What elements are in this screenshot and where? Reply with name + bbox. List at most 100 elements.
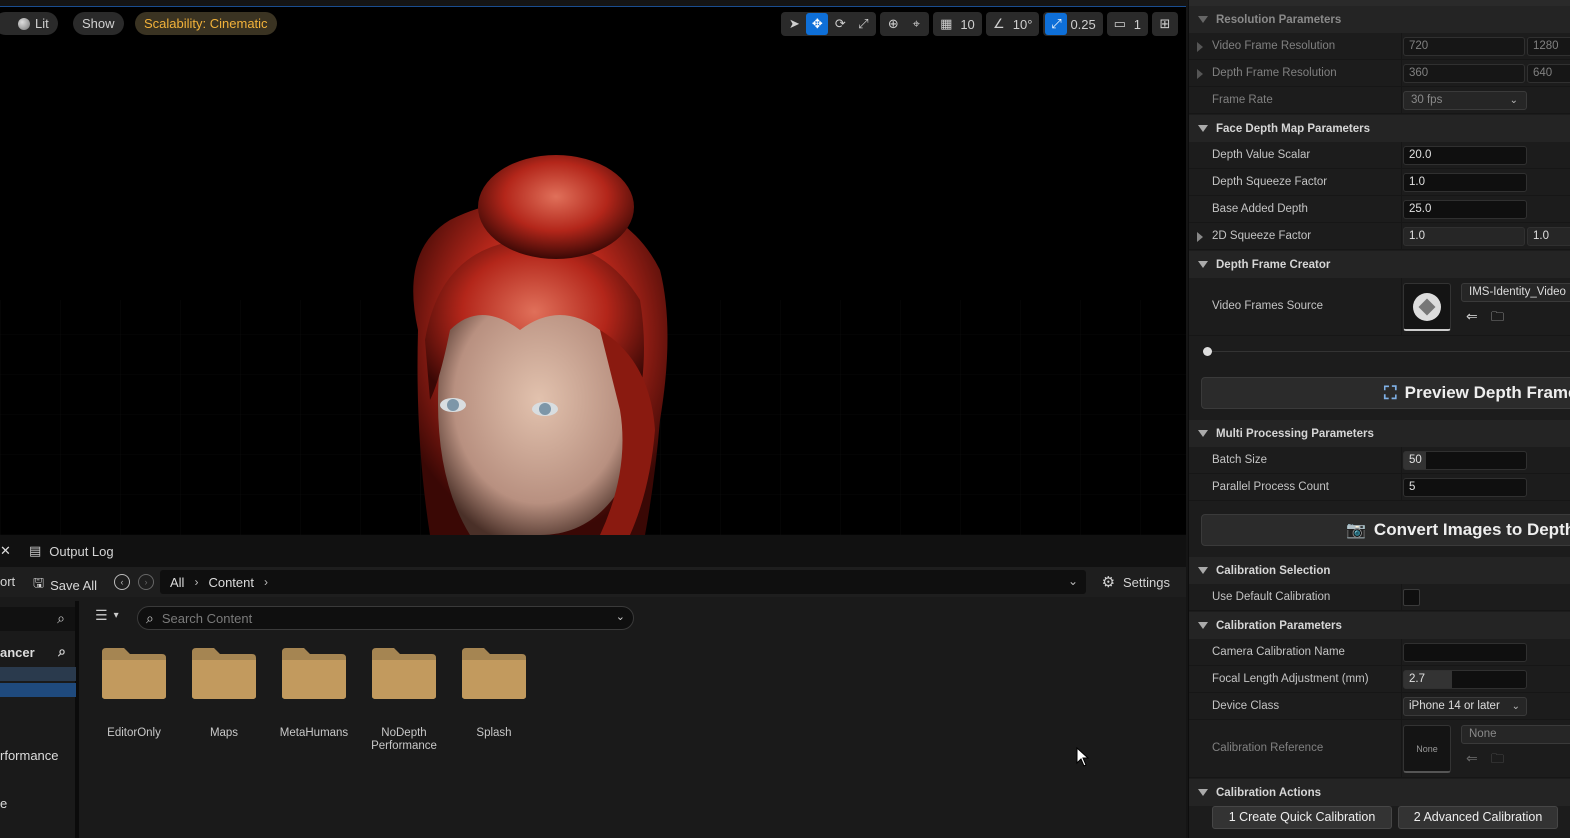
use-default-calibration-checkbox[interactable] [1403, 589, 1420, 606]
section-face-depth-map[interactable]: Face Depth Map Parameters [1189, 115, 1570, 142]
tree-item[interactable]: rformance [0, 748, 76, 763]
tree-item[interactable] [0, 667, 76, 681]
tree-item-selected[interactable] [0, 683, 76, 697]
world-space-icon[interactable]: ⊕ [882, 13, 904, 35]
sources-panel: ⌕ ancer ⌕ rformance e [0, 601, 79, 838]
folder-icon [192, 648, 256, 699]
video-height-field[interactable]: 1280 [1527, 37, 1570, 56]
camera-speed-value[interactable]: 1 [1132, 17, 1146, 32]
section-depth-frame-creator[interactable]: Depth Frame Creator [1189, 251, 1570, 278]
camera-speed-icon[interactable]: ▭ [1109, 13, 1131, 35]
calibration-actions-row: 1 Create Quick Calibration 2 Advanced Ca… [1189, 806, 1570, 838]
translate-tool-icon[interactable]: ✥ [806, 13, 829, 35]
convert-images-button[interactable]: 📷 Convert Images to Depth F [1201, 514, 1570, 546]
expand-arrow-icon[interactable] [1197, 232, 1203, 242]
camera-calibration-name-field[interactable] [1403, 643, 1527, 662]
rotation-snap-icon[interactable]: ∠ [988, 13, 1010, 35]
tab-output-log[interactable]: ▤ Output Log [29, 535, 124, 567]
property-label: Base Added Depth [1212, 203, 1308, 215]
browse-folder-icon[interactable]: 🗀 [1491, 750, 1504, 772]
sources-search-input[interactable]: ⌕ [0, 607, 75, 631]
settings-button[interactable]: ⚙ Settings [1102, 573, 1170, 591]
section-resolution-parameters[interactable]: Resolution Parameters [1189, 6, 1570, 33]
parallel-count-field[interactable]: 5 [1403, 478, 1527, 497]
mouse-cursor-icon [1076, 747, 1090, 767]
breadcrumb: All › Content › ⌄ [160, 570, 1086, 594]
calibration-reference-picker[interactable]: None [1461, 725, 1570, 744]
filter-button[interactable]: ☰ ▾ [95, 607, 119, 624]
depth-squeeze-field[interactable]: 1.0 [1403, 173, 1527, 192]
chevron-down-icon[interactable]: ⌄ [1068, 574, 1078, 588]
expand-arrow-icon[interactable] [1197, 69, 1203, 79]
history-back-icon[interactable]: ‹ [114, 574, 130, 590]
use-selected-icon[interactable]: ⇐ [1466, 308, 1478, 325]
scale-snap-value[interactable]: 0.25 [1068, 17, 1100, 32]
preview-depth-frame-button[interactable]: ⛶ Preview Depth Frame [1201, 377, 1570, 409]
expand-arrow-icon[interactable] [1197, 42, 1203, 52]
section-calibration-actions[interactable]: Calibration Actions [1189, 779, 1570, 806]
advanced-calibration-button[interactable]: 2 Advanced Calibration [1398, 806, 1558, 829]
section-title: Face Depth Map Parameters [1216, 122, 1371, 135]
section-calibration-parameters[interactable]: Calibration Parameters [1189, 612, 1570, 639]
squeeze-2d-y-field[interactable]: 1.0 [1527, 227, 1570, 246]
batch-size-field[interactable]: 50 [1403, 451, 1527, 470]
section-title: Calibration Parameters [1216, 619, 1342, 632]
scalability-button[interactable]: Scalability: Cinematic [135, 12, 277, 35]
show-button[interactable]: Show [73, 12, 124, 35]
folder-item[interactable]: Maps [179, 646, 269, 740]
chevron-right-icon[interactable]: › [264, 575, 268, 589]
history-forward-icon[interactable]: › [138, 574, 154, 590]
grid-snap-icon[interactable]: ▦ [935, 13, 957, 35]
calibration-thumbnail[interactable]: None [1403, 725, 1451, 773]
chevron-right-icon[interactable]: › [194, 575, 198, 589]
use-selected-icon[interactable]: ⇐ [1466, 750, 1478, 767]
select-tool-icon[interactable]: ➤ [783, 13, 805, 35]
folder-item[interactable]: EditorOnly [89, 646, 179, 740]
folder-item[interactable]: Splash [449, 646, 539, 740]
device-class-dropdown[interactable]: iPhone 14 or later ⌄ [1403, 697, 1527, 716]
property-label: Use Default Calibration [1212, 591, 1331, 603]
search-icon[interactable]: ⌕ [58, 643, 66, 660]
breadcrumb-content[interactable]: Content [208, 575, 254, 590]
save-all-button[interactable]: 🖫 Save All [33, 574, 97, 596]
browse-folder-icon[interactable]: 🗀 [1491, 308, 1504, 330]
rotate-tool-icon[interactable]: ⟳ [829, 13, 851, 35]
folder-item[interactable]: NoDepth Performance [359, 646, 449, 753]
depth-width-field[interactable]: 360 [1403, 64, 1525, 83]
create-quick-calibration-button[interactable]: 1 Create Quick Calibration [1212, 806, 1392, 829]
section-multi-processing[interactable]: Multi Processing Parameters [1189, 420, 1570, 447]
squeeze-2d-x-field[interactable]: 1.0 [1403, 227, 1525, 246]
asset-thumbnail[interactable] [1403, 283, 1451, 331]
grid-snap-value[interactable]: 10 [958, 17, 979, 32]
tree-item[interactable]: e [0, 796, 76, 811]
folder-item[interactable]: MetaHumans [269, 646, 359, 740]
frame-slider-track[interactable] [1205, 351, 1570, 352]
surface-snap-icon[interactable]: ⌖ [905, 13, 927, 35]
level-viewport[interactable]: Lit Show Scalability: Cinematic ➤ ✥ ⟳ ⤢ … [0, 0, 1186, 535]
search-icon[interactable]: ⌕ [57, 610, 65, 627]
rotation-snap-value[interactable]: 10° [1011, 17, 1038, 32]
section-calibration-selection[interactable]: Calibration Selection [1189, 557, 1570, 584]
property-label: Camera Calibration Name [1212, 646, 1345, 658]
scale-snap-icon[interactable]: ⤢ [1045, 13, 1068, 35]
depth-value-scalar-field[interactable]: 20.0 [1403, 146, 1527, 165]
search-icon: ⌕ [146, 609, 154, 626]
base-added-depth-field[interactable]: 25.0 [1403, 200, 1527, 219]
video-frames-source-picker[interactable]: IMS-Identity_Video [1461, 283, 1570, 302]
breadcrumb-all[interactable]: All [170, 575, 184, 590]
lit-mode-button[interactable]: Lit [0, 12, 58, 35]
viewport-toolbar: ➤ ✥ ⟳ ⤢ ⊕ ⌖ ▦ 10 ∠ 10° ⤢ 0.25 ▭ 1 ⊞ [781, 12, 1178, 36]
focal-length-field[interactable]: 2.7 [1403, 670, 1527, 689]
lit-sphere-icon [18, 17, 30, 30]
video-width-field[interactable]: 720 [1403, 37, 1525, 56]
scale-tool-icon[interactable]: ⤢ [852, 13, 874, 35]
close-tab-icon[interactable]: ✕ [0, 543, 11, 559]
search-content-input[interactable]: ⌕ Search Content ⌄ [137, 606, 634, 630]
import-button-fragment[interactable]: ort [0, 574, 15, 589]
viewport-layout-icon[interactable]: ⊞ [1154, 13, 1176, 35]
depth-height-field[interactable]: 640 [1527, 64, 1570, 83]
frame-rate-dropdown[interactable]: 30 fps ⌄ [1403, 91, 1527, 110]
metahuman-head-render [413, 155, 668, 535]
chevron-down-icon[interactable]: ⌄ [616, 610, 625, 623]
frame-slider-handle[interactable] [1203, 347, 1212, 356]
